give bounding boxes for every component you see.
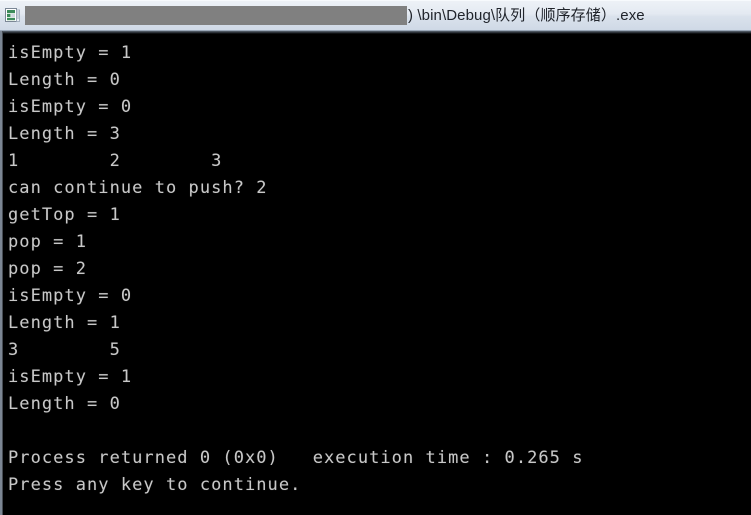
window-title-text: ) \bin\Debug\队列（顺序存储）.exe	[408, 6, 645, 24]
window-titlebar[interactable]: ) \bin\Debug\队列（顺序存储）.exe	[0, 0, 751, 31]
console-client-area[interactable]: isEmpty = 1 Length = 0 isEmpty = 0 Lengt…	[0, 31, 751, 515]
console-window: ) \bin\Debug\队列（顺序存储）.exe isEmpty = 1 Le…	[0, 0, 751, 515]
console-output-text: isEmpty = 1 Length = 0 isEmpty = 0 Lengt…	[8, 43, 584, 495]
console-app-icon	[4, 7, 21, 24]
titlebar-redacted-path	[25, 5, 407, 25]
